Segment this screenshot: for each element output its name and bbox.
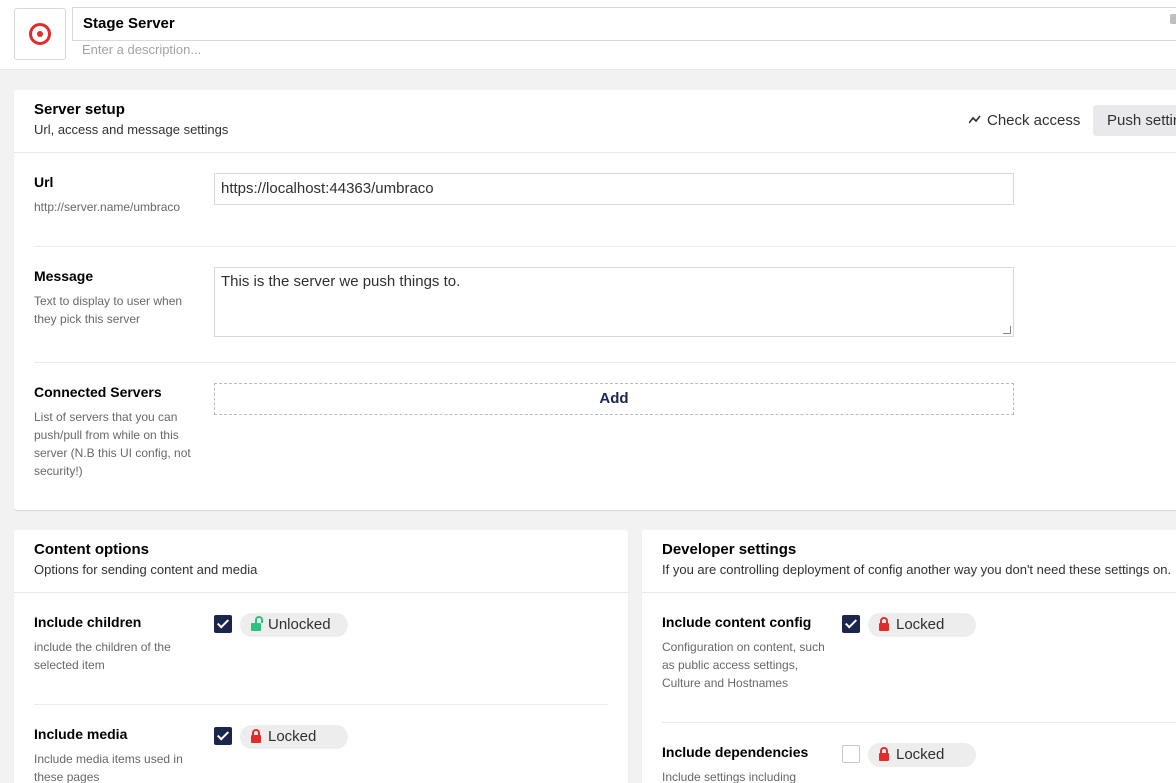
activity-icon [969,115,981,124]
panel-title: Developer settings [662,541,797,558]
push-settings-button[interactable]: Push settings [1093,105,1176,136]
panel-title: Content options [34,541,149,558]
divider [34,246,1176,247]
server-icon-picker[interactable] [14,8,66,60]
lock-icon [879,617,889,631]
lock-toggle[interactable]: Locked [240,725,348,749]
add-server-button[interactable]: Add [214,383,1014,415]
panel-title: Server setup [34,101,125,118]
connected-servers-label: Connected Servers [34,384,162,400]
include-children-checkbox[interactable] [214,615,232,633]
include-children-label: Include children [34,614,142,630]
panel-header: Developer settings If you are controllin… [642,530,1176,593]
lock-toggle[interactable]: Locked [868,613,976,637]
include-media-checkbox[interactable] [214,727,232,745]
lock-status: Locked [268,728,317,745]
message-text: This is the server we push things to. [221,273,461,290]
lock-icon [251,729,261,743]
panel-subtitle: If you are controlling deployment of con… [662,562,1172,577]
include-content-config-label: Include content config [662,614,812,630]
lock-toggle[interactable]: Locked [868,743,976,767]
target-icon [29,23,51,45]
connected-servers-desc: List of servers that you can push/pull f… [34,410,191,478]
divider [34,362,1176,363]
panel-header: Content options Options for sending cont… [14,530,628,593]
url-input[interactable]: https://localhost:44363/umbraco [214,173,1014,205]
include-dependencies-label: Include dependencies [662,744,809,760]
divider [34,704,608,705]
check-access-button[interactable]: Check access [969,110,1080,130]
server-setup-panel: Server setup Url, access and message set… [14,90,1176,510]
check-access-label: Check access [987,111,1081,129]
content-options-panel: Content options Options for sending cont… [14,530,628,783]
message-label: Message [34,268,94,284]
lock-status: Locked [896,616,945,633]
message-desc: Text to display to user when they pick t… [34,294,183,326]
alias-lock-icon[interactable] [1170,14,1176,24]
include-children-desc: include the children of the selected ite… [34,640,171,672]
description-input[interactable]: Enter a description... [72,41,1176,61]
lock-status: Unlocked [268,616,331,633]
panel-subtitle: Options for sending content and media [34,562,258,577]
lock-status: Locked [896,746,945,763]
server-name-input[interactable]: Stage Server [72,7,1176,41]
editor-header: Stage Server Enter a description... [0,0,1176,70]
unlock-icon [251,616,263,631]
divider [662,722,1176,723]
url-label: Url [34,174,54,190]
include-media-label: Include media [34,726,128,742]
include-dependencies-desc: Include settings including [662,770,797,783]
lock-icon [879,747,889,761]
include-dependencies-checkbox[interactable] [842,745,860,763]
panel-subtitle: Url, access and message settings [34,122,229,137]
lock-toggle[interactable]: Unlocked [240,613,348,637]
resize-handle[interactable] [1003,326,1011,334]
developer-settings-panel: Developer settings If you are controllin… [642,530,1176,783]
message-textarea[interactable]: This is the server we push things to. [214,267,1014,337]
url-desc: http://server.name/umbraco [34,200,181,214]
include-content-config-checkbox[interactable] [842,615,860,633]
include-media-desc: Include media items used in these pages [34,752,183,783]
panel-header: Server setup Url, access and message set… [14,90,1176,153]
include-content-config-desc: Configuration on content, such as public… [662,640,825,690]
